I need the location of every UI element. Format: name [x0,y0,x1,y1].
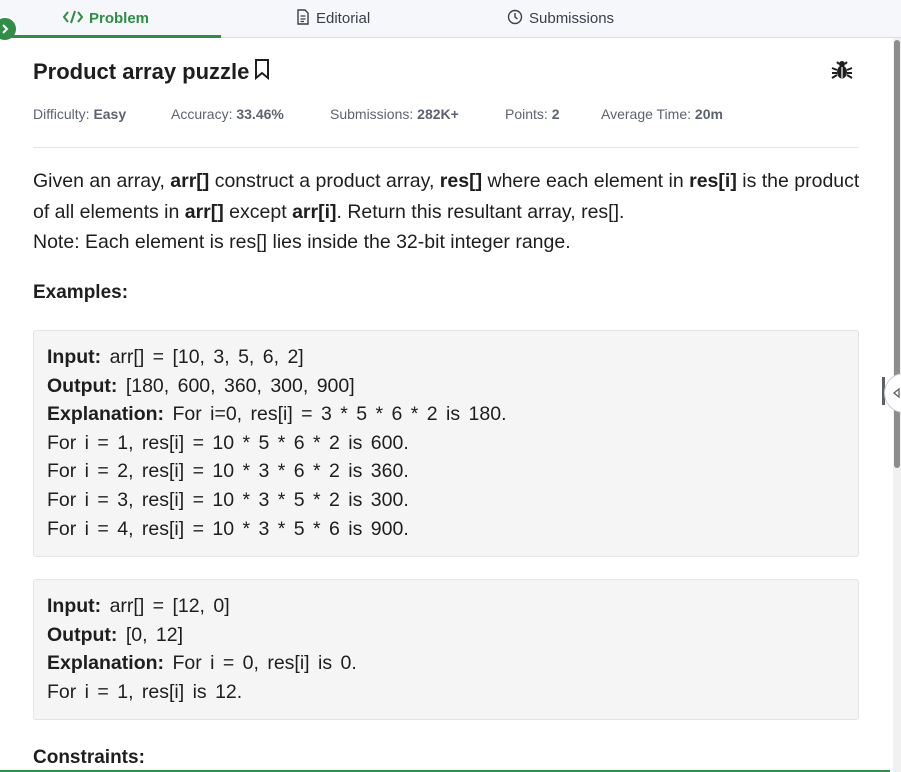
example-explanation: Explanation: For i=0, res[i] = 3 * 5 * 6… [47,403,507,426]
example-explanation-line: For i = 3, res[i] = 10 * 3 * 5 * 2 is 30… [47,488,409,511]
avg-time-label: Average Time: [601,106,692,122]
tab-label: Problem [89,10,150,27]
example-input: Input: arr[] = [10, 3, 5, 6, 2] [47,346,304,368]
problem-title-row: Product array puzzle [33,58,271,86]
accuracy-label: Accuracy: [171,106,233,122]
problem-description: Given an array, arr[] construct a produc… [33,166,863,258]
description-note: Note: Each element is res[] lies inside … [33,231,571,253]
example-output: Output: [180, 600, 360, 300, 900] [47,374,355,397]
tab-label: Editorial [316,10,371,27]
points-label: Points: [505,106,548,122]
clock-icon [507,9,523,29]
avg-time-value: 20m [694,106,723,122]
example-block: Input: arr[] = [10, 3, 5, 6, 2] Output: … [33,330,859,557]
examples-heading: Examples: [33,282,129,303]
tab-bar: Problem Editorial Submissions [0,0,901,42]
example-output: Output: [0, 12] [47,623,184,646]
example-explanation-line: For i = 4, res[i] = 10 * 3 * 5 * 6 is 90… [47,517,409,540]
submissions-meta: Submissions: 282K+ [330,106,459,122]
example-block: Input: arr[] = [12, 0] Output: [0, 12] E… [33,579,859,720]
example-input: Input: arr[] = [12, 0] [47,595,230,617]
document-icon [296,8,310,29]
code-icon [62,10,84,28]
submissions-value: 282K+ [417,106,459,122]
chevron-right-icon [2,24,9,34]
page-title: Product array puzzle [33,59,250,84]
difficulty-meta: Difficulty: Easy [33,106,126,122]
points-meta: Points: 2 [505,106,560,122]
tab-editorial[interactable]: Editorial [296,0,370,37]
difficulty-label: Difficulty: [33,106,90,122]
collapse-panel-handle[interactable] [884,373,901,413]
points-value: 2 [551,106,560,122]
tab-problem[interactable]: Problem [62,0,150,37]
example-explanation-line: For i = 2, res[i] = 10 * 3 * 6 * 2 is 36… [47,460,409,483]
example-explanation-line: For i = 1, res[i] is 12. [47,680,243,703]
chevron-left-icon [892,387,900,399]
description-paragraph: Given an array, arr[] construct a produc… [33,170,860,223]
accuracy-value: 33.46% [236,106,284,122]
tab-submissions[interactable]: Submissions [507,0,614,37]
expand-panel-button[interactable] [0,16,18,42]
tab-label: Submissions [529,10,615,27]
example-explanation-line: For i = 1, res[i] = 10 * 5 * 6 * 2 is 60… [47,431,409,454]
avg-time-meta: Average Time: 20m [601,106,723,122]
divider [33,147,859,148]
report-bug-icon[interactable] [831,59,853,86]
bookmark-icon[interactable] [253,58,271,86]
accuracy-meta: Accuracy: 33.46% [171,106,284,122]
active-tab-indicator [0,35,221,38]
constraints-heading: Constraints: [33,747,145,768]
example-explanation: Explanation: For i = 0, res[i] is 0. [47,652,357,675]
difficulty-value: Easy [93,106,127,122]
submissions-label: Submissions: [330,106,414,122]
